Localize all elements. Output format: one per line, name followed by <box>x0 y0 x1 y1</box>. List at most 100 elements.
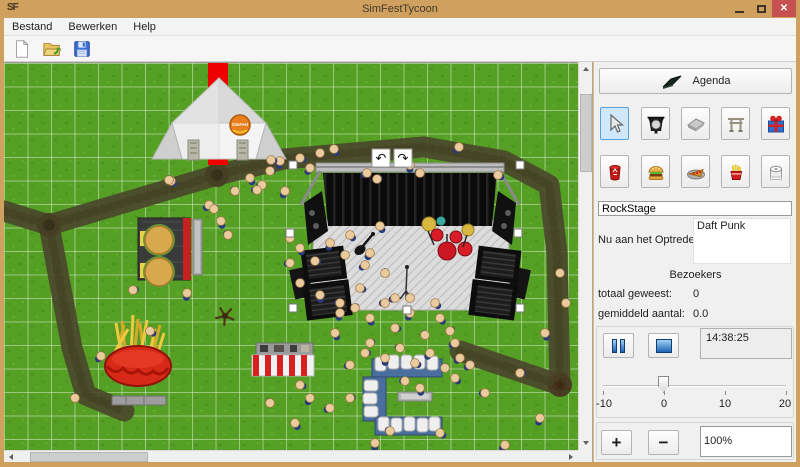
gate-icon <box>725 113 747 135</box>
window-title: SimFestTycoon <box>0 3 800 15</box>
pizza-stand[interactable] <box>252 343 314 376</box>
bench[interactable] <box>193 219 202 275</box>
rotate-right-button[interactable]: ↷ <box>394 149 412 167</box>
horizontal-scroll-thumb[interactable] <box>30 452 148 462</box>
fries-icon <box>725 161 747 183</box>
slider-label-10: 10 <box>717 398 733 410</box>
zoom-level-display: 100% <box>700 426 792 457</box>
arrow-down-icon <box>583 441 589 445</box>
scroll-up-button[interactable] <box>579 62 592 76</box>
now-performing-label: Nu aan het Optreden: <box>598 234 704 246</box>
app-window: SF SimFestTycoon ✕ Bestand Bewerken Help <box>0 0 800 467</box>
scrollbar-corner <box>578 450 592 462</box>
save-icon <box>72 39 92 59</box>
tool-spotlight-button[interactable] <box>641 107 670 140</box>
arrow-up-icon <box>583 67 589 71</box>
slider-label-max: 20 <box>776 398 794 410</box>
slider-tick <box>786 391 787 395</box>
side-panel: Agenda <box>593 62 796 462</box>
tool-select-button[interactable] <box>600 107 629 140</box>
minus-icon: − <box>659 433 669 453</box>
average-visitors-value: 0.0 <box>693 308 708 320</box>
pizza-icon <box>685 161 707 183</box>
toilet-roll-icon <box>765 161 787 183</box>
stop-icon <box>656 339 672 353</box>
plus-icon: + <box>612 433 622 453</box>
zoom-in-button[interactable]: + <box>601 430 632 455</box>
agenda-label: Agenda <box>693 75 731 87</box>
average-visitors-label: gemiddeld aantal: <box>598 308 685 320</box>
menu-help[interactable]: Help <box>125 21 164 33</box>
vertical-scrollbar[interactable] <box>578 62 592 450</box>
bench[interactable] <box>112 396 166 405</box>
vertical-scroll-thumb[interactable] <box>580 94 592 172</box>
zoom-out-button[interactable]: − <box>648 430 679 455</box>
slider-label-min: -10 <box>595 398 613 410</box>
total-visitors-value: 0 <box>693 288 699 300</box>
scroll-right-button[interactable] <box>564 451 578 462</box>
scroll-left-button[interactable] <box>4 451 18 462</box>
trash-can-icon <box>604 161 626 183</box>
stop-button[interactable] <box>648 333 679 358</box>
gift-icon <box>765 113 787 135</box>
tool-gift-button[interactable] <box>761 107 790 140</box>
pause-icon <box>612 339 625 353</box>
festival-map-canvas[interactable]: SimFest <box>4 62 578 450</box>
tool-burger-button[interactable] <box>641 155 670 188</box>
tent-logo-text: SimFest <box>232 122 249 127</box>
total-visitors-label: totaal geweest: <box>598 288 672 300</box>
close-button[interactable]: ✕ <box>772 0 796 17</box>
speed-slider-track[interactable] <box>603 385 786 387</box>
tool-fries-button[interactable] <box>721 155 750 188</box>
selection-handle[interactable] <box>516 304 524 312</box>
selection-handle[interactable] <box>289 304 297 312</box>
scroll-down-button[interactable] <box>579 436 592 450</box>
arrow-right-icon <box>569 454 573 460</box>
slider-label-0: 0 <box>656 398 672 410</box>
maximize-icon <box>757 5 766 13</box>
save-button[interactable] <box>70 38 94 60</box>
selection-handle[interactable] <box>286 229 294 237</box>
arrow-left-icon <box>9 454 13 460</box>
menu-bestand[interactable]: Bestand <box>4 21 60 33</box>
selection-handle[interactable] <box>514 229 522 237</box>
minimize-button[interactable] <box>728 0 750 17</box>
burger-stand[interactable] <box>138 218 191 288</box>
maximize-button[interactable] <box>750 0 772 17</box>
path-tile-icon <box>685 113 707 135</box>
slider-tick <box>664 391 665 395</box>
new-file-button[interactable] <box>10 38 34 60</box>
selection-handle[interactable] <box>403 306 411 314</box>
clock-display: 14:38:25 <box>700 328 792 359</box>
open-file-icon <box>42 39 62 59</box>
close-icon: ✕ <box>780 3 788 14</box>
tool-toilet-roll-button[interactable] <box>761 155 790 188</box>
title-bar: SF SimFestTycoon ✕ <box>0 0 800 18</box>
burger-icon <box>645 161 667 183</box>
minimize-icon <box>735 11 744 13</box>
now-performing-box: Daft Punk <box>693 218 791 264</box>
selection-handle[interactable] <box>289 161 297 169</box>
visitors-header: Bezoekers <box>594 269 797 281</box>
tool-path-button[interactable] <box>681 107 710 140</box>
horizontal-scrollbar[interactable] <box>4 450 578 462</box>
tool-trash-button[interactable] <box>600 155 629 188</box>
menu-bewerken[interactable]: Bewerken <box>60 21 125 33</box>
rotate-arrow-icon: ↷ <box>398 152 410 167</box>
selection-handle[interactable] <box>516 161 524 169</box>
tool-pizza-button[interactable] <box>681 155 710 188</box>
bench[interactable] <box>398 392 432 401</box>
pause-button[interactable] <box>603 333 634 358</box>
menu-bar: Bestand Bewerken Help <box>4 18 796 36</box>
slider-tick <box>603 391 604 395</box>
stage-name-input[interactable] <box>598 201 792 216</box>
cursor-icon <box>604 113 626 135</box>
new-file-icon <box>12 39 32 59</box>
agenda-book-icon <box>661 72 683 90</box>
slider-tick <box>725 391 726 395</box>
open-file-button[interactable] <box>40 38 64 60</box>
rotate-left-button[interactable]: ↶ <box>372 149 390 167</box>
spotlight-icon <box>645 113 667 135</box>
tool-gate-button[interactable] <box>721 107 750 140</box>
agenda-button[interactable]: Agenda <box>599 68 792 94</box>
